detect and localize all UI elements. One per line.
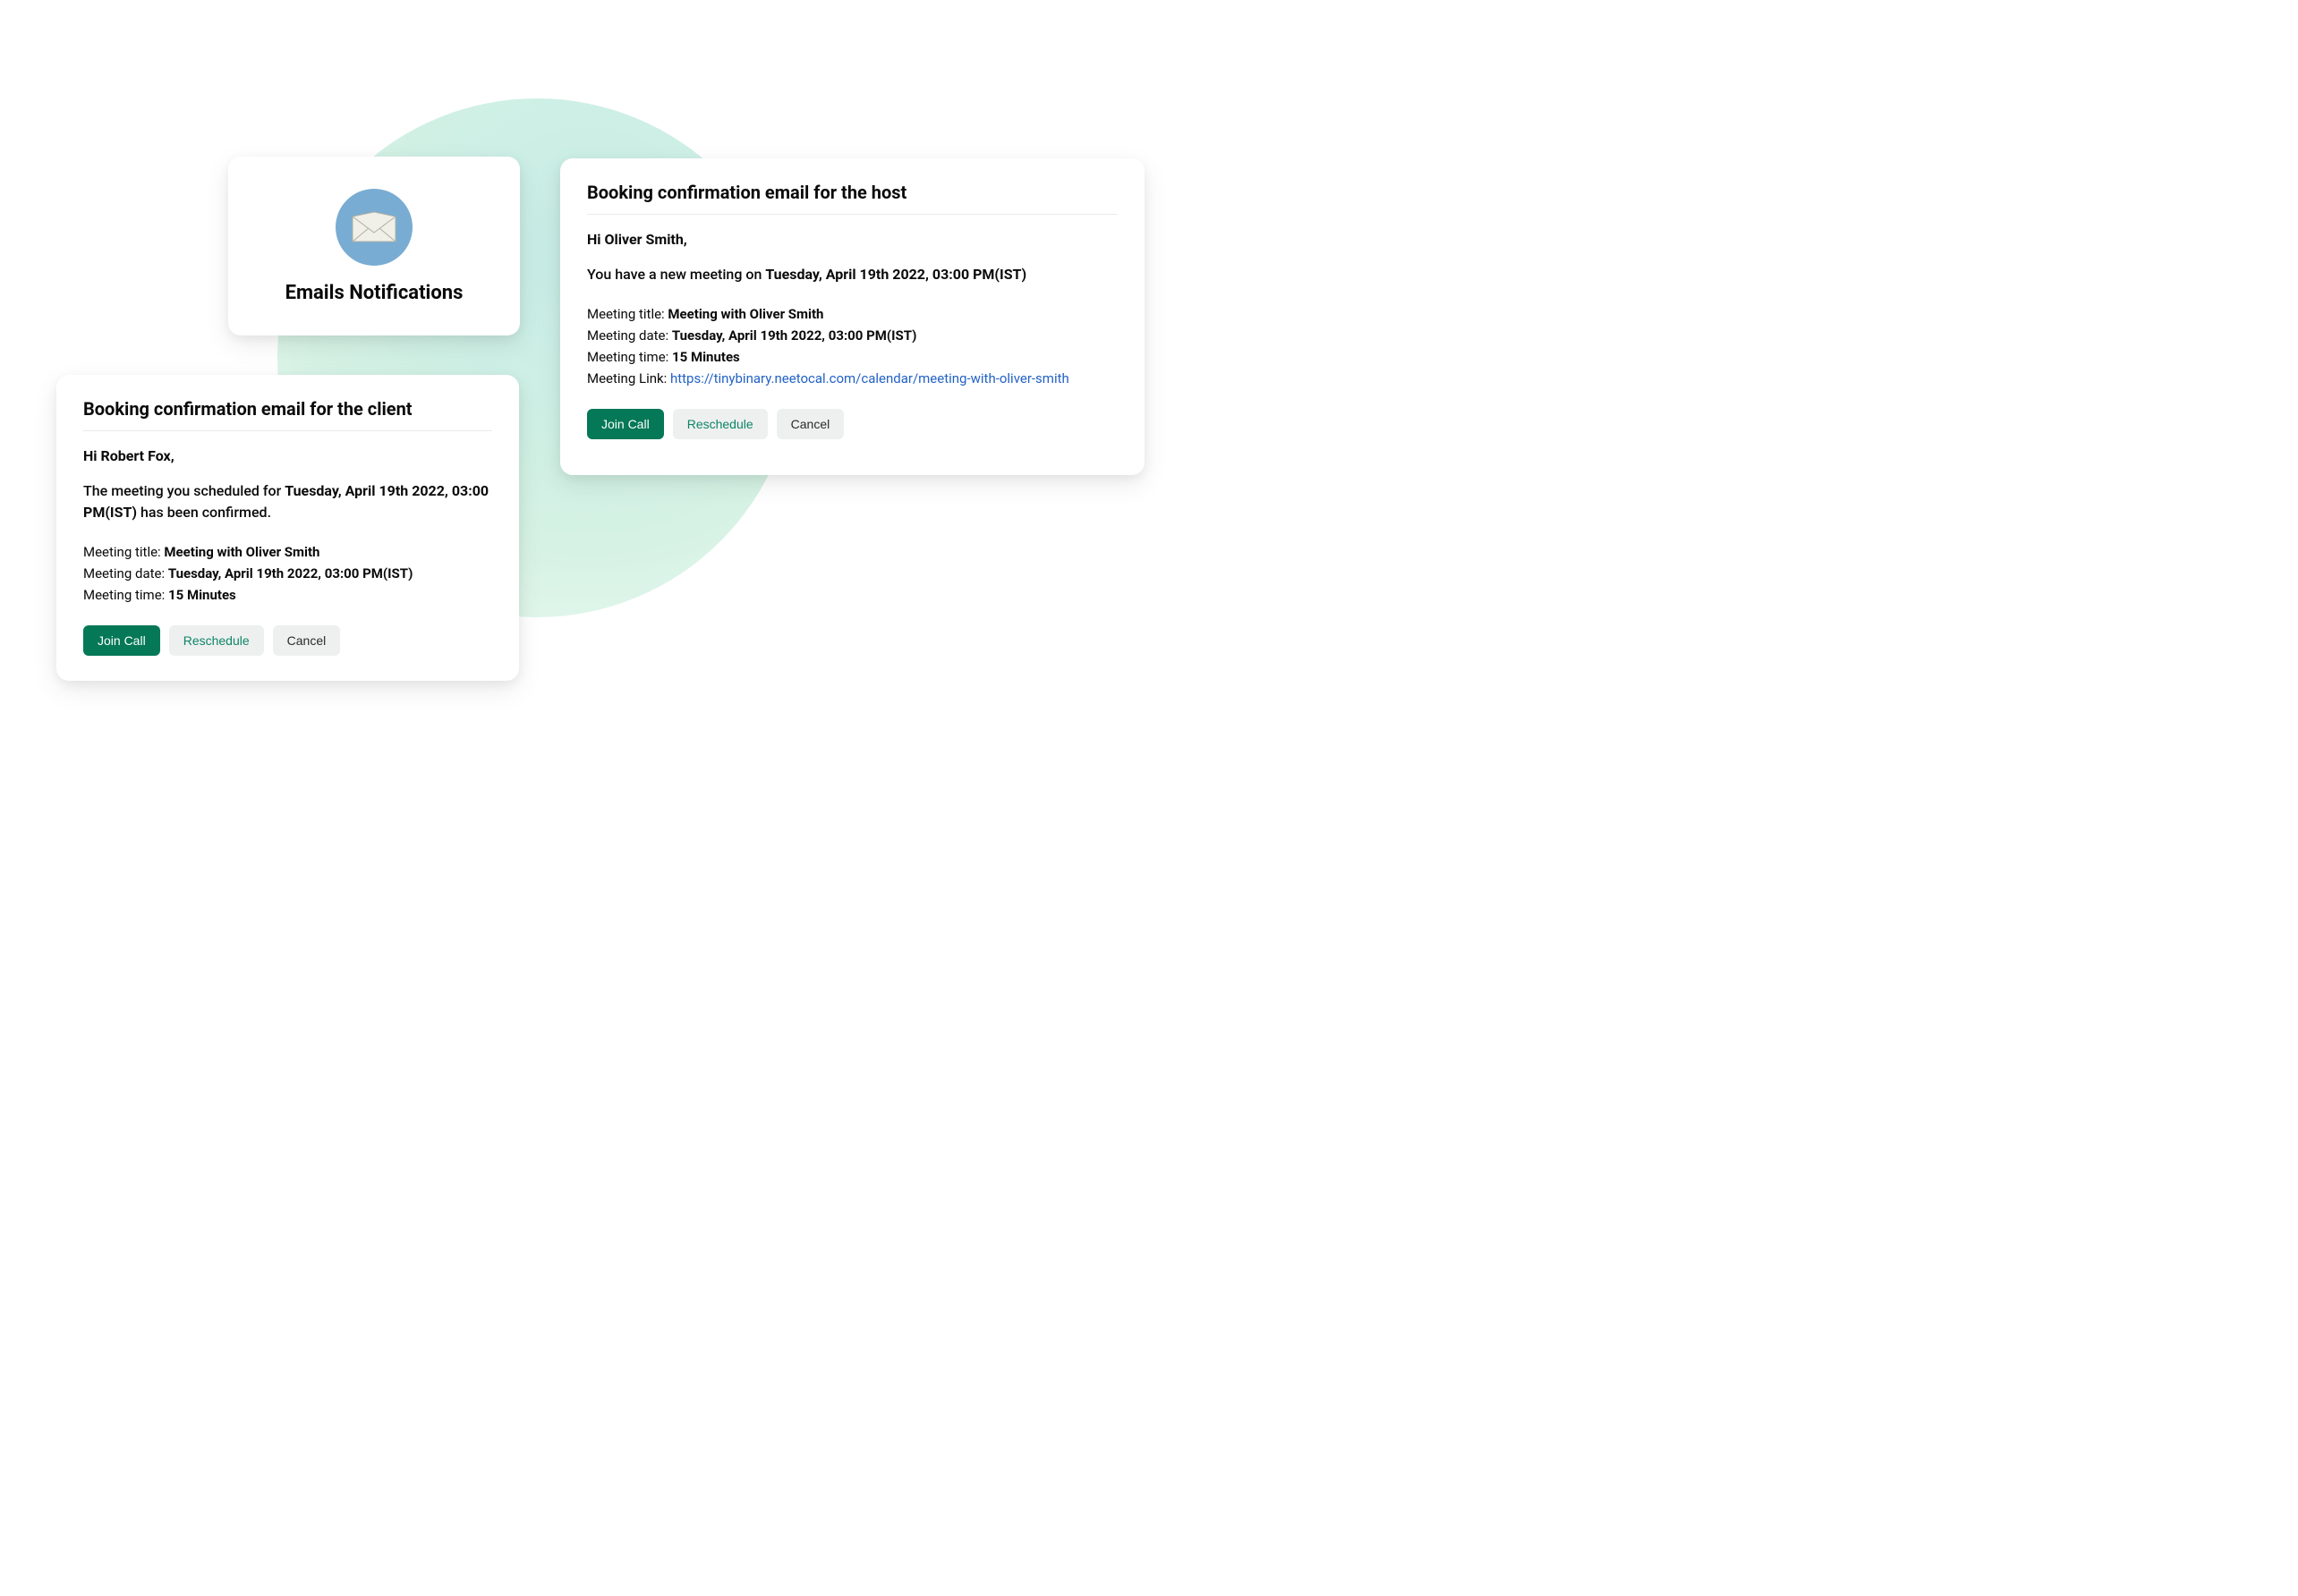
client-meeting-title: Meeting title: Meeting with Oliver Smith xyxy=(83,541,492,563)
meta-value: 15 Minutes xyxy=(168,587,236,603)
cancel-button[interactable]: Cancel xyxy=(777,409,845,439)
client-button-row: Join Call Reschedule Cancel xyxy=(83,625,492,656)
meta-label: Meeting title: xyxy=(587,306,668,322)
host-intro-pre: You have a new meeting on xyxy=(587,266,765,283)
client-intro-pre: The meeting you scheduled for xyxy=(83,482,285,499)
host-meeting-link: Meeting Link: https://tinybinary.neetoca… xyxy=(587,368,1118,389)
meta-value: Tuesday, April 19th 2022, 03:00 PM(IST) xyxy=(168,565,413,582)
meta-value: Tuesday, April 19th 2022, 03:00 PM(IST) xyxy=(672,327,917,344)
host-meeting-title: Meeting title: Meeting with Oliver Smith xyxy=(587,303,1118,325)
meta-label: Meeting Link: xyxy=(587,370,670,386)
reschedule-button[interactable]: Reschedule xyxy=(169,625,264,656)
client-meeting-date: Meeting date: Tuesday, April 19th 2022, … xyxy=(83,563,492,584)
meta-label: Meeting time: xyxy=(587,349,672,365)
meta-value: Meeting with Oliver Smith xyxy=(668,306,823,322)
client-card-title: Booking confirmation email for the clien… xyxy=(83,398,492,431)
meta-label: Meeting title: xyxy=(83,544,164,560)
reschedule-button[interactable]: Reschedule xyxy=(673,409,768,439)
cancel-button[interactable]: Cancel xyxy=(273,625,341,656)
host-intro-datetime: Tuesday, April 19th 2022, 03:00 PM(IST) xyxy=(765,266,1026,283)
client-greeting: Hi Robert Fox, xyxy=(83,447,492,464)
host-intro: You have a new meeting on Tuesday, April… xyxy=(587,264,1118,285)
client-intro: The meeting you scheduled for Tuesday, A… xyxy=(83,480,492,523)
meta-label: Meeting date: xyxy=(587,327,672,344)
meta-label: Meeting time: xyxy=(83,587,168,603)
emails-notifications-header-card: Emails Notifications xyxy=(228,157,520,335)
host-button-row: Join Call Reschedule Cancel xyxy=(587,409,1118,439)
meeting-link[interactable]: https://tinybinary.neetocal.com/calendar… xyxy=(670,370,1069,386)
host-card-title: Booking confirmation email for the host xyxy=(587,182,1118,215)
email-icon xyxy=(336,189,413,266)
client-meeting-time: Meeting time: 15 Minutes xyxy=(83,584,492,606)
host-meeting-time: Meeting time: 15 Minutes xyxy=(587,346,1118,368)
host-email-card: Booking confirmation email for the host … xyxy=(560,158,1145,475)
host-meeting-date: Meeting date: Tuesday, April 19th 2022, … xyxy=(587,325,1118,346)
meta-label: Meeting date: xyxy=(83,565,168,582)
join-call-button[interactable]: Join Call xyxy=(587,409,664,439)
header-title: Emails Notifications xyxy=(285,282,464,304)
client-email-card: Booking confirmation email for the clien… xyxy=(56,375,519,681)
client-intro-post: has been confirmed. xyxy=(137,504,271,521)
meta-value: Meeting with Oliver Smith xyxy=(164,544,319,560)
meta-value: 15 Minutes xyxy=(672,349,740,365)
join-call-button[interactable]: Join Call xyxy=(83,625,160,656)
host-greeting: Hi Oliver Smith, xyxy=(587,231,1118,248)
